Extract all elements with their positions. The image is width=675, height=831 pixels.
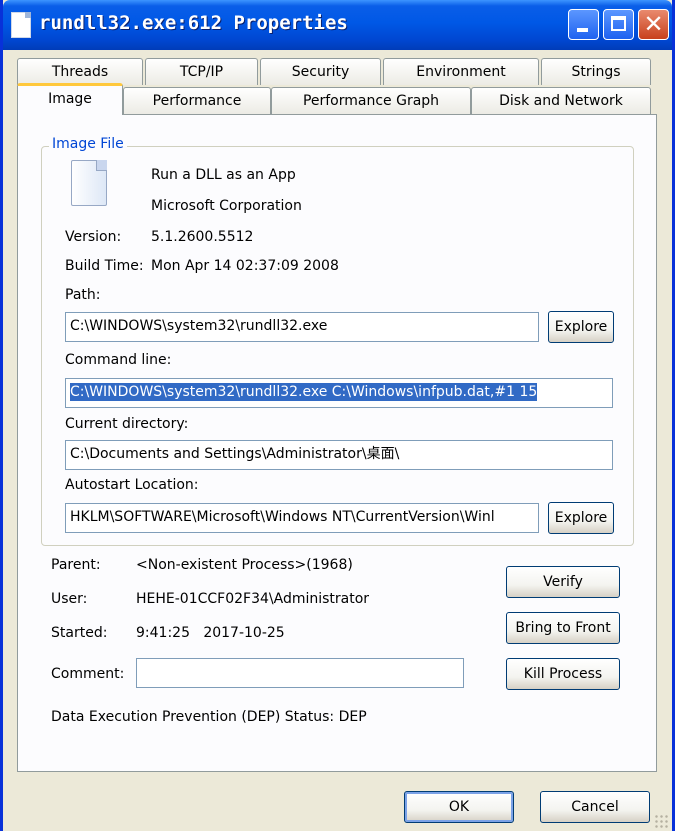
bring-to-front-button[interactable]: Bring to Front xyxy=(506,612,620,644)
dep-value: DEP xyxy=(338,709,367,725)
build-time-label: Build Time: xyxy=(65,258,144,274)
started-label: Started: xyxy=(51,625,108,641)
cancel-button[interactable]: Cancel xyxy=(540,791,650,823)
explore-autostart-button[interactable]: Explore xyxy=(548,502,614,534)
minimize-icon xyxy=(577,28,588,32)
current-directory-label: Current directory: xyxy=(65,416,189,432)
properties-window: rundll32.exe:612 Properties ✕ Threads TC… xyxy=(0,0,675,831)
tab-image[interactable]: Image xyxy=(17,83,123,115)
dep-label: Data Execution Prevention (DEP) Status: xyxy=(51,709,335,725)
ok-button[interactable]: OK xyxy=(404,791,514,823)
tab-performance-graph[interactable]: Performance Graph xyxy=(271,87,471,114)
tab-performance[interactable]: Performance xyxy=(123,87,271,114)
command-line-field[interactable]: C:\WINDOWS\system32\rundll32.exe C:\Wind… xyxy=(65,378,613,408)
user-value: HEHE-01CCF02F34\Administrator xyxy=(136,591,370,607)
tab-environment[interactable]: Environment xyxy=(383,58,539,85)
parent-label: Parent: xyxy=(51,557,101,573)
dep-status: Data Execution Prevention (DEP) Status: … xyxy=(51,709,367,725)
document-icon xyxy=(11,12,31,38)
autostart-field[interactable]: HKLM\SOFTWARE\Microsoft\Windows NT\Curre… xyxy=(65,503,539,533)
tab-security[interactable]: Security xyxy=(260,58,381,85)
version-label: Version: xyxy=(65,229,122,245)
file-icon xyxy=(71,160,107,206)
image-file-group-title: Image File xyxy=(49,136,127,152)
parent-value: <Non-existent Process>(1968) xyxy=(136,557,353,573)
path-label: Path: xyxy=(65,287,101,303)
tab-strings[interactable]: Strings xyxy=(541,58,651,85)
autostart-label: Autostart Location: xyxy=(65,477,199,493)
comment-label: Comment: xyxy=(51,666,125,682)
command-line-label: Command line: xyxy=(65,352,172,368)
close-button[interactable]: ✕ xyxy=(638,9,669,40)
image-company: Microsoft Corporation xyxy=(151,198,302,214)
version-value: 5.1.2600.5512 xyxy=(151,229,254,245)
user-label: User: xyxy=(51,591,88,607)
current-directory-field[interactable]: C:\Documents and Settings\Administrator\… xyxy=(65,440,613,470)
tab-threads[interactable]: Threads xyxy=(17,58,143,85)
image-description: Run a DLL as an App xyxy=(151,167,296,183)
window-title: rundll32.exe:612 Properties xyxy=(39,12,348,34)
title-bar[interactable]: rundll32.exe:612 Properties ✕ xyxy=(3,0,672,50)
resize-grip-icon[interactable] xyxy=(654,814,668,828)
started-value: 9:41:25 2017-10-25 xyxy=(136,625,285,641)
kill-process-button[interactable]: Kill Process xyxy=(506,658,620,690)
command-line-value: C:\WINDOWS\system32\rundll32.exe C:\Wind… xyxy=(70,383,538,401)
maximize-icon xyxy=(611,16,626,31)
comment-field[interactable] xyxy=(136,658,464,688)
build-time-value: Mon Apr 14 02:37:09 2008 xyxy=(151,258,339,274)
minimize-button[interactable] xyxy=(568,9,599,40)
tab-tcpip[interactable]: TCP/IP xyxy=(145,58,258,85)
maximize-button[interactable] xyxy=(603,9,634,40)
tab-disk-and-network[interactable]: Disk and Network xyxy=(471,87,651,114)
close-icon: ✕ xyxy=(643,10,664,38)
verify-button[interactable]: Verify xyxy=(506,566,620,598)
explore-path-button[interactable]: Explore xyxy=(548,311,614,343)
path-field[interactable]: C:\WINDOWS\system32\rundll32.exe xyxy=(65,312,539,342)
